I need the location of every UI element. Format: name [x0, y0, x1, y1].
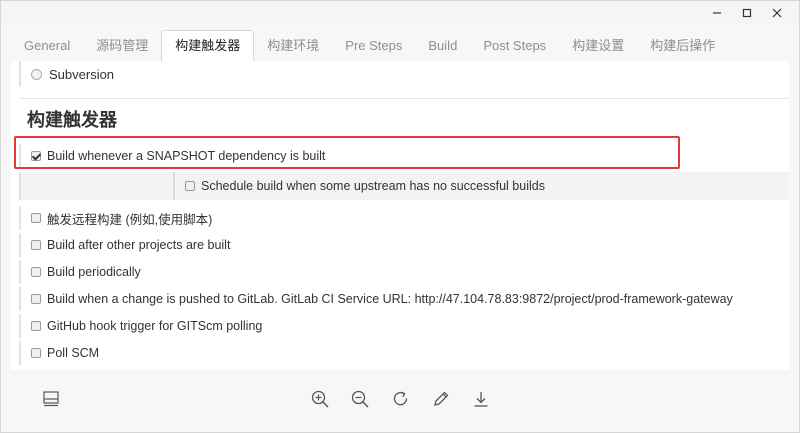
build-after-other-checkbox[interactable]: [31, 240, 41, 250]
section-title: 构建触发器: [27, 110, 117, 130]
schedule-upstream-label: Schedule build when some upstream has no…: [201, 179, 545, 193]
gitlab-push-checkbox[interactable]: [31, 294, 41, 304]
tab-build-settings[interactable]: 构建设置: [559, 31, 637, 61]
github-hook-checkbox[interactable]: [31, 321, 41, 331]
window-controls: [709, 5, 785, 21]
tab-build-environment[interactable]: 构建环境: [254, 31, 332, 61]
tab-post-build-actions[interactable]: 构建后操作: [637, 31, 728, 61]
scm-option-subversion[interactable]: Subversion: [19, 61, 789, 87]
option-github-hook[interactable]: GitHub hook trigger for GITScm polling: [19, 314, 789, 338]
tab-build-triggers[interactable]: 构建触发器: [161, 30, 255, 62]
github-hook-label: GitHub hook trigger for GITScm polling: [47, 319, 263, 333]
viewer-toolbar: [1, 370, 799, 432]
schedule-upstream-checkbox[interactable]: [185, 181, 195, 191]
subversion-label: Subversion: [49, 66, 115, 82]
section-divider: [19, 98, 789, 99]
tab-pre-steps[interactable]: Pre Steps: [332, 31, 415, 61]
title-bar: [1, 1, 799, 25]
close-icon[interactable]: [769, 5, 785, 21]
build-after-other-label: Build after other projects are built: [47, 238, 231, 252]
config-tabs: General 源码管理 构建触发器 构建环境 Pre Steps Build …: [11, 29, 789, 62]
subversion-radio[interactable]: [31, 68, 42, 80]
tab-source-management[interactable]: 源码管理: [83, 31, 161, 61]
snapshot-sub-panel: Schedule build when some upstream has no…: [19, 172, 789, 200]
build-periodically-checkbox[interactable]: [31, 267, 41, 277]
zoom-in-icon[interactable]: [309, 388, 331, 410]
zoom-out-icon[interactable]: [349, 388, 371, 410]
edit-icon[interactable]: [430, 388, 452, 410]
option-remote-trigger[interactable]: 触发远程构建 (例如,使用脚本): [19, 206, 789, 230]
highlight-annotation-box: [14, 136, 680, 169]
gitlab-push-label: Build when a change is pushed to GitLab.…: [47, 292, 733, 306]
config-content: Subversion 构建触发器 Build whenever a SNAPSH…: [11, 61, 789, 371]
rotate-icon[interactable]: [390, 388, 412, 410]
download-icon[interactable]: [470, 388, 492, 410]
remote-trigger-checkbox[interactable]: [31, 213, 41, 223]
tab-general[interactable]: General: [11, 31, 83, 61]
minimize-icon[interactable]: [709, 5, 725, 21]
option-build-periodically[interactable]: Build periodically: [19, 260, 789, 284]
tab-build[interactable]: Build: [415, 31, 470, 61]
layout-icon[interactable]: [40, 388, 62, 410]
tab-post-steps[interactable]: Post Steps: [470, 31, 559, 61]
poll-scm-label: Poll SCM: [47, 346, 100, 360]
poll-scm-checkbox[interactable]: [31, 348, 41, 358]
option-gitlab-push[interactable]: Build when a change is pushed to GitLab.…: [19, 287, 789, 311]
viewer-window: General 源码管理 构建触发器 构建环境 Pre Steps Build …: [0, 0, 800, 433]
option-schedule-upstream[interactable]: Schedule build when some upstream has no…: [173, 172, 545, 200]
option-poll-scm[interactable]: Poll SCM: [19, 341, 789, 365]
remote-trigger-label: 触发远程构建 (例如,使用脚本): [47, 212, 213, 227]
option-build-after-other[interactable]: Build after other projects are built: [19, 233, 789, 257]
maximize-icon[interactable]: [739, 5, 755, 21]
build-periodically-label: Build periodically: [47, 265, 141, 279]
